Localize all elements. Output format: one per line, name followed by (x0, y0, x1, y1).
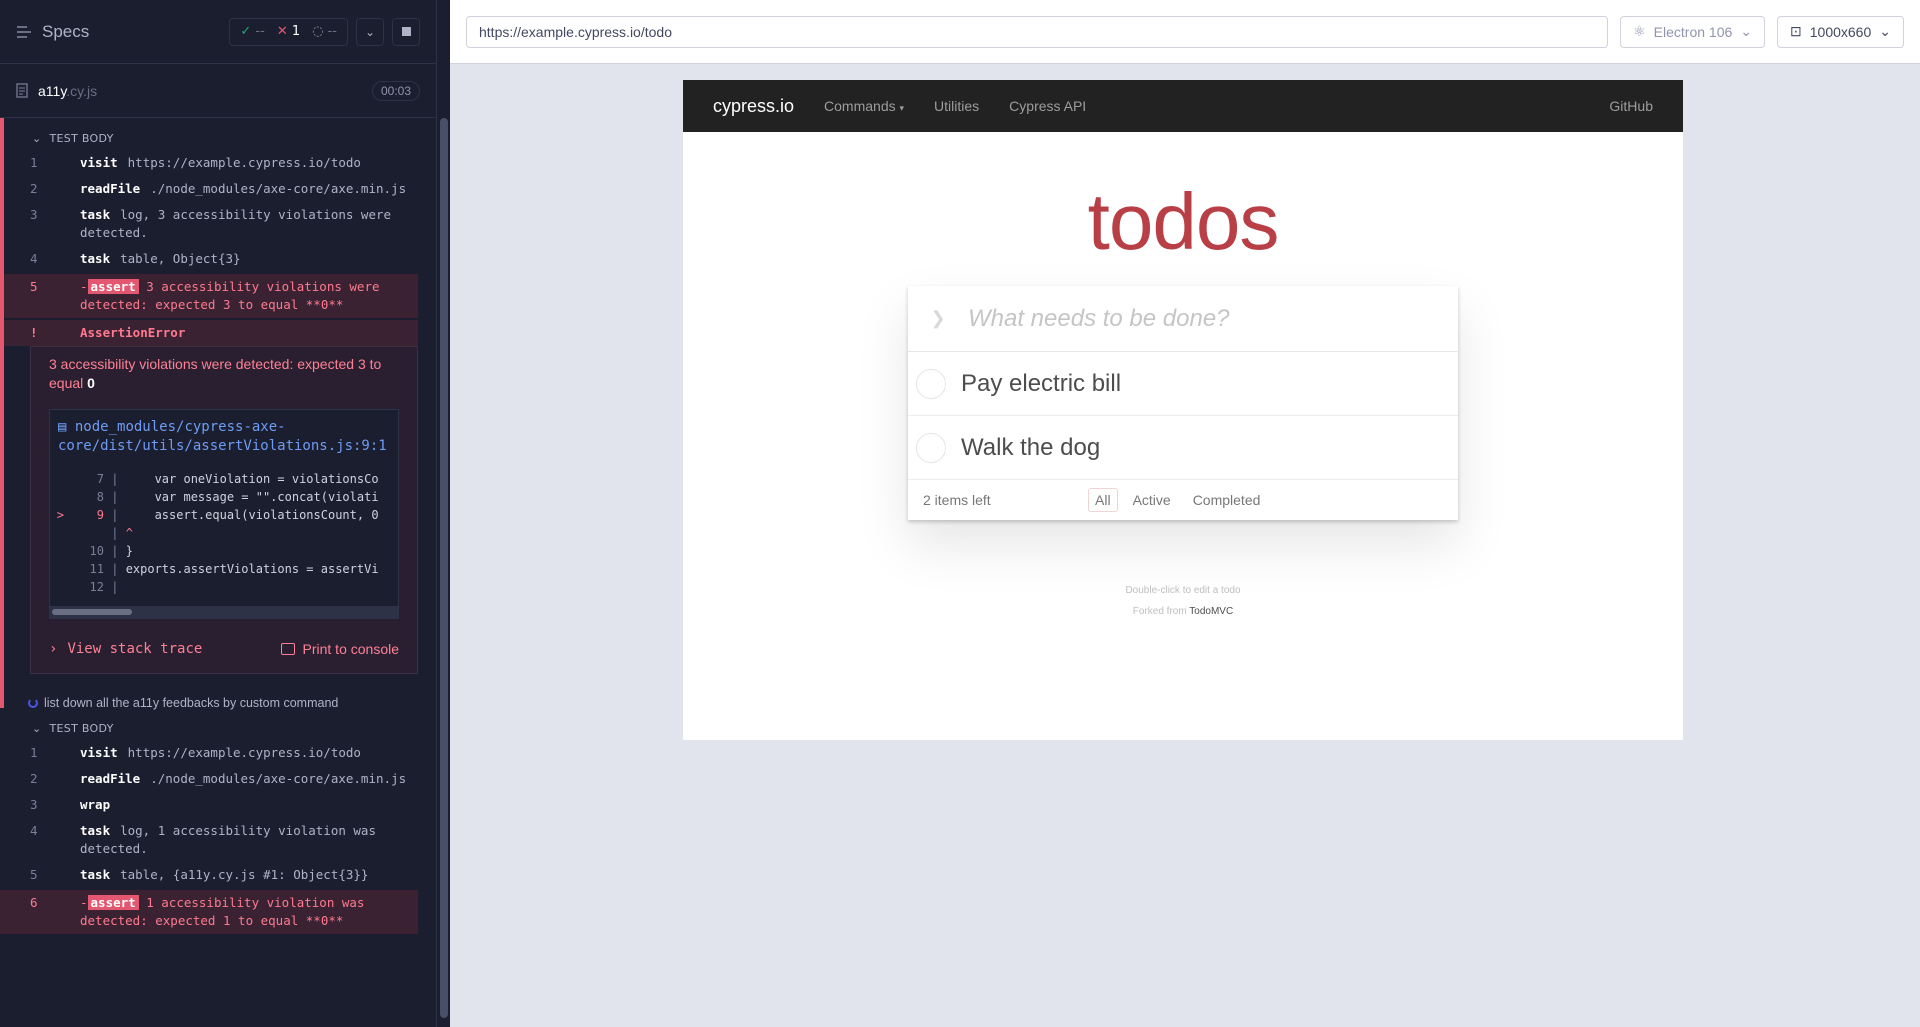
test-stats: ✓ -- ✕ 1 ◌ -- (229, 17, 348, 46)
error-header: ! AssertionError (0, 320, 418, 346)
info-footer: Double-click to edit a todo Forked from … (683, 580, 1683, 622)
spec-timer: 00:03 (371, 80, 420, 101)
command-row[interactable]: 1 visit https://example.cypress.io/todo (0, 150, 418, 176)
print-to-console-button[interactable]: Print to console (280, 641, 399, 657)
chevron-down-icon: ⌄ (1740, 23, 1753, 39)
todo-list: Pay electric bill Walk the dog (908, 352, 1458, 480)
specs-label: Specs (42, 21, 90, 41)
command-row[interactable]: 4 task log, 1 accessibility violation was … (0, 818, 418, 862)
app-under-test: cypress.io Commands ▾ Utilities Cypress … (683, 80, 1683, 740)
command-row[interactable]: 2 readFile ./node_modules/axe-core/axe.min… (0, 176, 418, 202)
code-frame: ▤ node_modules/cypress-axe-core/dist/uti… (49, 409, 399, 619)
caret-down-icon: ▾ (899, 103, 905, 113)
todo-toggle-checkbox[interactable] (916, 368, 946, 399)
test-title[interactable]: list down all the a11y feedbacks by cust… (0, 684, 436, 716)
nav-commands[interactable]: Commands ▾ (824, 98, 904, 114)
code-frame-scrollbar[interactable] (50, 606, 398, 618)
chevron-down-icon: ⌄ (32, 721, 42, 735)
filters: All Active Completed (1088, 488, 1267, 512)
todo-label: Pay electric bill (961, 369, 1122, 397)
electron-icon: ⚛ (1633, 23, 1646, 39)
test-body-header[interactable]: ⌄ TEST BODY (0, 126, 436, 150)
chevron-right-icon: › (49, 641, 58, 657)
command-row[interactable]: 3 task log, 3 accessibility violations wer… (0, 202, 418, 246)
console-icon (280, 643, 295, 655)
passed-check-icon: ✓ -- (240, 24, 265, 39)
code-line: 11 | exports.assertViolations = assertVi (89, 562, 379, 576)
running-spinner-icon (28, 698, 38, 708)
failed-x-icon: ✕ 1 (276, 24, 301, 39)
specs-toggle[interactable]: Specs (16, 22, 89, 42)
nav-utilities[interactable]: Utilities (934, 98, 979, 114)
chevron-down-icon: ⌄ (1879, 23, 1891, 39)
code-frame-lines: 7 | var oneViolation = violationsCo 8 | v… (50, 464, 398, 606)
code-line: 10 | } (89, 544, 133, 558)
test-1: ⌄ TEST BODY 1 visit https://example.cypress… (0, 118, 436, 708)
reporter-panel: Specs ✓ -- ✕ 1 ◌ -- ⌄ a11y.cy.js 00:03 ⌄… (0, 0, 436, 1027)
filter-completed[interactable]: Completed (1186, 488, 1268, 512)
code-line: 7 | var oneViolation = violationsCo (96, 472, 379, 486)
viewport-dropdown[interactable]: ⊡ 1000x660 ⌄ (1777, 15, 1904, 48)
command-row[interactable]: 1 visit https://example.cypress.io/todo (0, 740, 418, 766)
stop-icon (401, 27, 411, 36)
navbar: cypress.io Commands ▾ Utilities Cypress … (683, 80, 1683, 132)
test-2: list down all the a11y feedbacks by cust… (0, 684, 436, 934)
todo-label: Walk the dog (961, 433, 1101, 461)
document-icon (16, 83, 28, 98)
filter-all[interactable]: All (1088, 488, 1118, 512)
chevron-down-icon[interactable]: ⌄ (356, 17, 384, 46)
reporter-header: Specs ✓ -- ✕ 1 ◌ -- ⌄ (0, 0, 436, 64)
failed-indicator (0, 118, 4, 708)
pending-spinner-icon: ◌ -- (312, 24, 337, 39)
viewport-icon: ⊡ (1790, 23, 1802, 39)
info-edit-hint: Double-click to edit a todo (1125, 585, 1241, 596)
stop-button[interactable] (392, 17, 420, 46)
failed-assert-command[interactable]: 6 - assert 1 accessibility violation was … (0, 890, 418, 934)
url-toolbar: https://example.cypress.io/todo ⚛ Electr… (450, 0, 1920, 64)
file-icon: ▤ (58, 419, 67, 435)
todo-app: ❯ Pay electric bill Walk the dog 2 items … (908, 286, 1458, 528)
todomvc-link[interactable]: TodoMVC (1189, 606, 1233, 617)
test-body-header[interactable]: ⌄ TEST BODY (0, 716, 436, 740)
spec-file-name: a11y.cy.js (38, 82, 98, 99)
error-message: 3 accessibility violations were detected… (49, 356, 382, 391)
code-frame-file-link[interactable]: ▤ node_modules/cypress-axe-core/dist/uti… (50, 410, 398, 464)
code-line: | ^ (104, 526, 133, 540)
code-line: 8 | var message = "".concat(violati (96, 490, 379, 504)
todo-item[interactable]: Pay electric bill (908, 352, 1458, 416)
assert-badge: assert (87, 279, 139, 294)
specs-list-icon (17, 25, 31, 38)
command-row[interactable]: 3 wrap (0, 792, 418, 818)
reporter-scrollbar[interactable] (436, 0, 450, 1027)
spec-file-row[interactable]: a11y.cy.js 00:03 (0, 64, 436, 118)
command-row[interactable]: 5 task table, {a11y.cy.js #1: Object{3}} (0, 862, 418, 888)
new-todo-input[interactable] (968, 304, 1408, 333)
assert-badge: assert (87, 895, 139, 910)
chevron-down-icon: ⌄ (32, 131, 42, 145)
url-field[interactable]: https://example.cypress.io/todo (466, 15, 1609, 48)
filter-active[interactable]: Active (1126, 488, 1178, 512)
error-panel: 3 accessibility violations were detected… (30, 346, 418, 674)
browser-dropdown[interactable]: ⚛ Electron 106 ⌄ (1620, 15, 1766, 48)
toggle-all-chevron-icon[interactable]: ❯ (908, 308, 968, 329)
view-stack-trace-button[interactable]: › View stack trace (49, 641, 202, 657)
page-title: todos (1087, 177, 1280, 266)
nav-cypress-api[interactable]: Cypress API (1009, 98, 1086, 114)
code-line: 12 | (89, 580, 126, 594)
todo-footer: 2 items left All Active Completed (908, 480, 1458, 520)
todo-item[interactable]: Walk the dog (908, 416, 1458, 480)
todo-toggle-checkbox[interactable] (916, 432, 946, 463)
command-row[interactable]: 2 readFile ./node_modules/axe-core/axe.min… (0, 766, 418, 792)
items-left-count: 2 items left (923, 492, 991, 508)
command-row[interactable]: 4 task table, Object{3} (0, 246, 418, 272)
failed-assert-command[interactable]: 5 - assert 3 accessibility violations wer… (0, 274, 418, 318)
code-line: >9 | assert.equal(violationsCount, 0 (56, 508, 379, 522)
new-todo-row: ❯ (908, 286, 1458, 352)
nav-github[interactable]: GitHub (1609, 98, 1653, 114)
brand-link[interactable]: cypress.io (713, 96, 794, 117)
